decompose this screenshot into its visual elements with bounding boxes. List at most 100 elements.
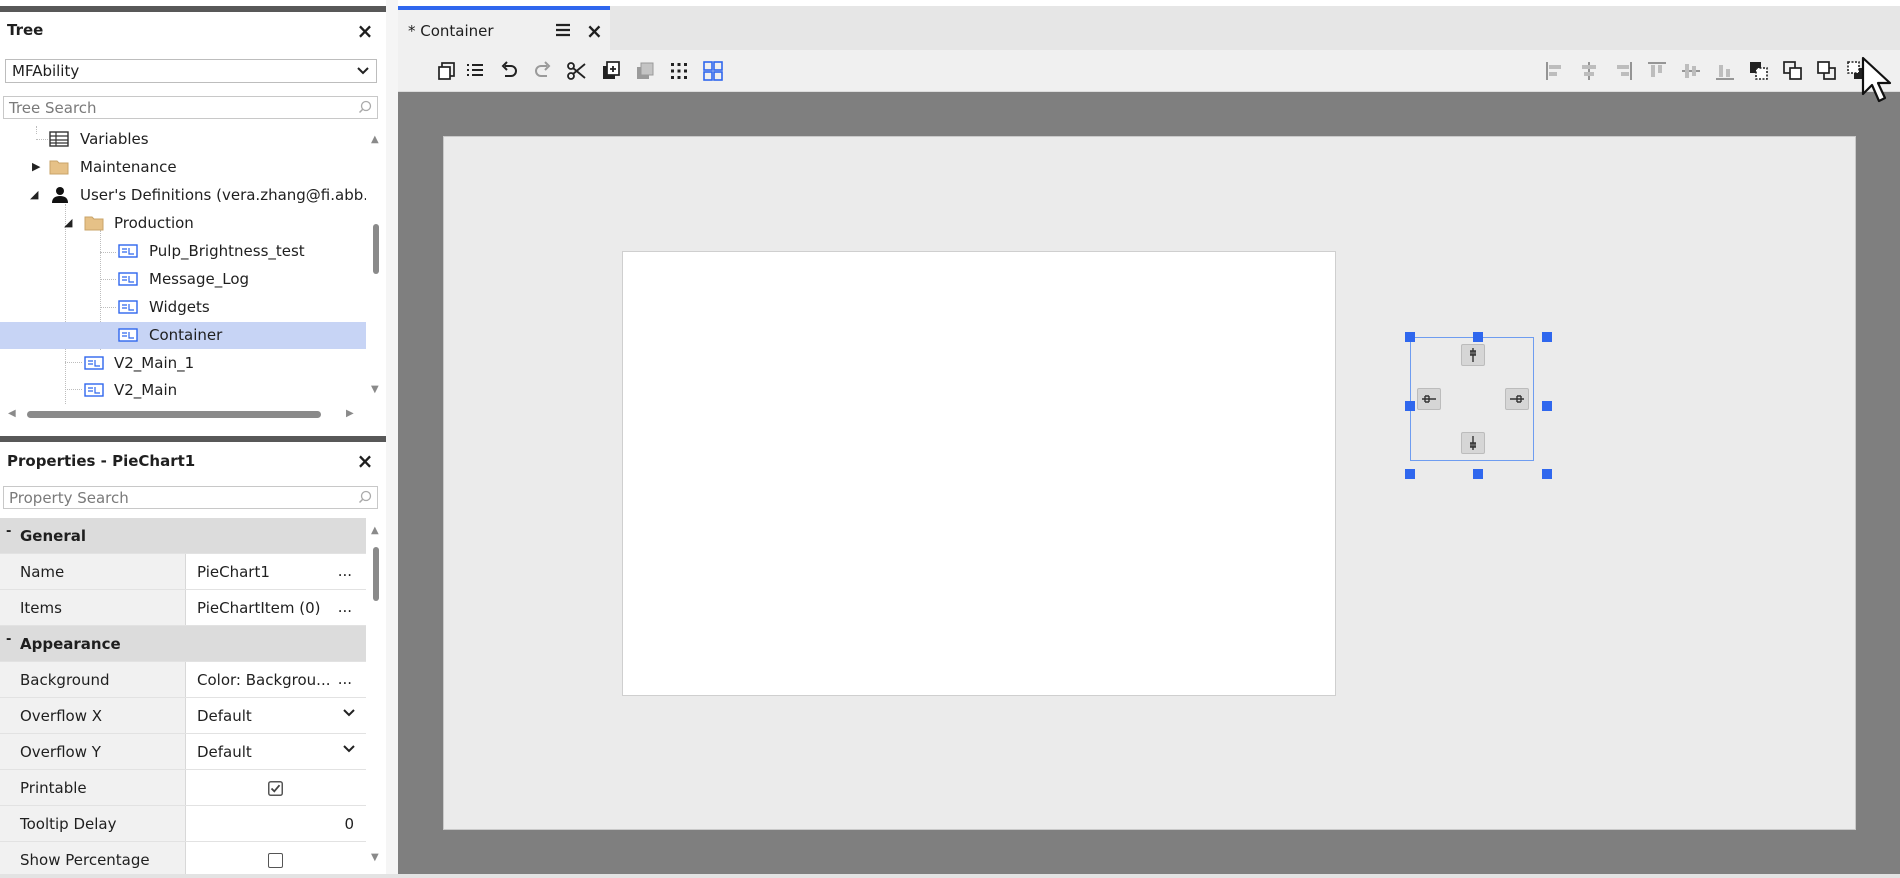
property-value[interactable]: PieChart1 — [197, 563, 270, 581]
properties-vscroll-thumb[interactable] — [373, 547, 379, 601]
category-appearance[interactable]: - Appearance — [0, 626, 366, 662]
redo-icon[interactable] — [532, 60, 554, 82]
folder-icon — [84, 216, 104, 231]
property-row-items[interactable]: Items PieChartItem (0) ... — [0, 590, 366, 626]
align-top-icon[interactable] — [1646, 60, 1668, 82]
piechart-widget-selection[interactable] — [1410, 337, 1534, 461]
property-search-input[interactable]: Property Search — [3, 486, 378, 509]
expand-arrow-icon[interactable]: ▶ — [32, 160, 40, 173]
duplicate-icon[interactable] — [634, 60, 656, 82]
design-stage[interactable] — [398, 92, 1900, 878]
panel-splitter[interactable] — [386, 0, 398, 878]
align-left-icon[interactable] — [1544, 60, 1566, 82]
scroll-up-icon[interactable]: ▲ — [371, 525, 379, 536]
bring-to-front-icon[interactable] — [1748, 60, 1770, 82]
property-row-show-percentage[interactable]: Show Percentage — [0, 842, 366, 878]
tree-vertical-scrollbar[interactable]: ▲ ▼ — [368, 134, 384, 395]
tree-item-production[interactable]: ◢ Production — [0, 210, 366, 237]
tree-item-users-definitions[interactable]: ◢ User's Definitions (vera.zhang@fi.abb.… — [0, 182, 366, 209]
resize-handle-ne[interactable] — [1542, 332, 1552, 342]
undo-icon[interactable] — [498, 60, 520, 82]
collapse-icon[interactable]: - — [6, 524, 11, 539]
copy-icon[interactable] — [436, 60, 458, 82]
show-percentage-checkbox[interactable] — [268, 853, 283, 868]
design-canvas[interactable] — [443, 136, 1856, 830]
anchor-top-icon[interactable] — [1461, 344, 1485, 366]
cut-icon[interactable] — [566, 60, 588, 82]
tree-panel-close-button[interactable]: × — [356, 21, 374, 41]
anchor-left-icon[interactable] — [1417, 388, 1441, 410]
property-row-background[interactable]: Background Color: Backgrou... ... — [0, 662, 366, 698]
tree-item-label: Message_Log — [149, 270, 250, 288]
scroll-left-icon[interactable]: ◀ — [8, 408, 16, 419]
resize-handle-n[interactable] — [1473, 332, 1483, 342]
hamburger-menu-icon[interactable] — [555, 22, 571, 38]
property-row-printable[interactable]: Printable — [0, 770, 366, 806]
property-number-value[interactable]: 0 — [344, 815, 354, 833]
resize-handle-nw[interactable] — [1405, 332, 1415, 342]
scroll-right-icon[interactable]: ▶ — [346, 408, 354, 419]
anchor-right-icon[interactable] — [1505, 388, 1529, 410]
chevron-down-icon[interactable] — [342, 706, 356, 720]
properties-panel-topbar — [0, 436, 386, 442]
send-backward-icon[interactable] — [1782, 60, 1804, 82]
resize-handle-se[interactable] — [1542, 469, 1552, 479]
tree-item-v2-main-1[interactable]: V2_Main_1 — [0, 350, 366, 377]
ellipsis-button[interactable]: ... — [338, 670, 352, 688]
tree-item-variables[interactable]: Variables — [0, 126, 366, 153]
anchor-bottom-icon[interactable] — [1461, 432, 1485, 454]
align-middle-icon[interactable] — [1680, 60, 1702, 82]
resize-handle-w[interactable] — [1405, 401, 1415, 411]
property-value[interactable]: Color: Backgrou... — [197, 671, 330, 689]
align-bottom-icon[interactable] — [1714, 60, 1736, 82]
align-right-icon[interactable] — [1612, 60, 1634, 82]
tree-hscroll-thumb[interactable] — [27, 411, 321, 418]
tree-item-message-log[interactable]: Message_Log — [0, 266, 366, 293]
collapse-arrow-icon[interactable]: ◢ — [30, 188, 38, 201]
display-icon — [118, 272, 138, 286]
list-icon[interactable] — [464, 60, 486, 82]
chevron-down-icon[interactable] — [342, 742, 356, 756]
container-element[interactable] — [622, 251, 1336, 696]
property-value[interactable]: PieChartItem (0) — [197, 599, 321, 617]
snap-grid-icon[interactable] — [702, 60, 724, 82]
property-dropdown-value[interactable]: Default — [197, 743, 252, 761]
paste-icon[interactable] — [600, 60, 622, 82]
grid-dots-icon[interactable] — [668, 60, 690, 82]
tree-vscroll-thumb[interactable] — [373, 224, 379, 274]
scroll-down-icon[interactable]: ▼ — [371, 852, 379, 863]
tree-item-container[interactable]: Container — [0, 322, 366, 349]
ellipsis-button[interactable]: ... — [338, 562, 352, 580]
project-select[interactable]: MFAbility — [5, 59, 377, 83]
scroll-up-icon[interactable]: ▲ — [371, 134, 379, 145]
align-center-icon[interactable] — [1578, 60, 1600, 82]
resize-handle-sw[interactable] — [1405, 469, 1415, 479]
properties-panel-title: Properties - PieChart1 — [7, 452, 196, 470]
property-row-name[interactable]: Name PieChart1 ... — [0, 554, 366, 590]
ellipsis-button[interactable]: ... — [338, 598, 352, 616]
printable-checkbox[interactable] — [268, 781, 283, 796]
collapse-arrow-icon[interactable]: ◢ — [64, 216, 72, 229]
tab-container[interactable]: * Container × — [398, 6, 610, 50]
resize-handle-s[interactable] — [1473, 469, 1483, 479]
scroll-down-icon[interactable]: ▼ — [371, 384, 379, 395]
tab-close-button[interactable]: × — [586, 19, 603, 43]
editor-toolbar — [398, 50, 1900, 92]
collapse-icon[interactable]: - — [6, 632, 11, 647]
property-row-overflow-x[interactable]: Overflow X Default — [0, 698, 366, 734]
tree-item-pulp-brightness-test[interactable]: Pulp_Brightness_test — [0, 238, 366, 265]
tree-item-widgets[interactable]: Widgets — [0, 294, 366, 321]
resize-handle-e[interactable] — [1542, 401, 1552, 411]
tree-search-input[interactable]: Tree Search — [3, 96, 378, 119]
category-general[interactable]: - General — [0, 518, 366, 554]
tree-item-v2-main[interactable]: V2_Main — [0, 377, 366, 404]
property-row-overflow-y[interactable]: Overflow Y Default — [0, 734, 366, 770]
tree-item-maintenance[interactable]: ▶ Maintenance — [0, 154, 366, 181]
properties-panel-close-button[interactable]: × — [356, 451, 374, 471]
pin-down-icon — [1470, 348, 1476, 362]
bring-forward-icon[interactable] — [1816, 60, 1838, 82]
property-dropdown-value[interactable]: Default — [197, 707, 252, 725]
project-select-value: MFAbility — [12, 62, 80, 80]
property-row-tooltip-delay[interactable]: Tooltip Delay 0 — [0, 806, 366, 842]
properties-vertical-scrollbar[interactable]: ▲ ▼ — [368, 525, 384, 871]
